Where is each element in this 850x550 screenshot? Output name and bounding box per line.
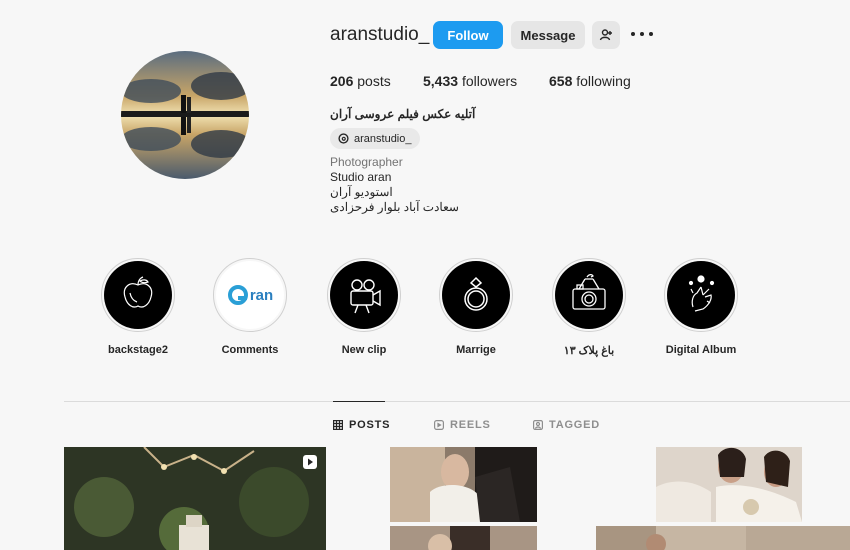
apple-sketch-icon <box>123 276 153 308</box>
highlight-bagh-pelak-13[interactable]: باغ پلاک ۱۳ <box>552 258 626 357</box>
hand-moon-icon <box>688 275 715 312</box>
bio-line: استودیو آران <box>330 185 393 199</box>
following-stat[interactable]: 658 following <box>549 73 631 89</box>
highlight-backstage2[interactable]: backstage2 <box>101 258 175 356</box>
aran-logo-icon: ran <box>227 284 273 306</box>
add-person-icon <box>599 29 612 41</box>
post-thumbnail[interactable] <box>390 447 537 522</box>
highlight-marrige[interactable]: Marrige <box>439 258 513 356</box>
tab-tagged[interactable]: TAGGED <box>533 419 600 431</box>
highlight-label: backstage2 <box>108 344 168 356</box>
followers-count: 5,433 <box>423 73 459 89</box>
post-thumbnail[interactable] <box>390 526 537 550</box>
tab-reels[interactable]: REELS <box>434 419 491 431</box>
tab-posts[interactable]: POSTS <box>333 419 390 431</box>
profile-username: aranstudio_ <box>330 24 430 45</box>
reels-icon <box>434 420 444 430</box>
profile-category: Photographer <box>330 155 403 169</box>
post-thumbnail[interactable] <box>596 526 850 550</box>
active-tab-indicator <box>333 401 385 402</box>
highlight-label: باغ پلاک ۱۳ <box>563 345 615 357</box>
tab-label: POSTS <box>349 419 391 431</box>
video-camera-icon <box>350 279 381 314</box>
follow-button[interactable]: Follow <box>433 21 503 49</box>
profile-avatar[interactable] <box>121 51 249 179</box>
suggest-user-button[interactable] <box>592 21 620 49</box>
followers-stat[interactable]: 5,433 followers <box>423 73 517 89</box>
message-button[interactable]: Message <box>511 21 585 49</box>
grid-icon <box>333 420 343 430</box>
video-post-icon <box>303 455 317 469</box>
highlight-comments[interactable]: ran Comments <box>213 258 287 356</box>
highlight-new-clip[interactable]: New clip <box>327 258 401 356</box>
tab-label: REELS <box>450 419 491 431</box>
tab-label: TAGGED <box>549 419 601 431</box>
post-thumbnail[interactable] <box>64 447 326 550</box>
posts-label: posts <box>357 73 391 89</box>
threads-badge[interactable]: aranstudio_ <box>330 128 420 149</box>
camera-bird-icon <box>572 273 606 310</box>
highlight-label: Marrige <box>456 344 496 356</box>
bio-line: Studio aran <box>330 170 392 184</box>
logo-text: ran <box>249 286 274 304</box>
threads-icon <box>338 133 349 144</box>
posts-stat: 206 posts <box>330 73 391 89</box>
threads-handle: aranstudio_ <box>354 132 412 145</box>
following-count: 658 <box>549 73 573 89</box>
ring-icon <box>464 276 488 311</box>
tabs-divider <box>64 401 850 402</box>
highlight-label: Comments <box>221 344 279 356</box>
posts-count: 206 <box>330 73 354 89</box>
following-label: following <box>576 73 631 89</box>
bio-line: سعادت آباد بلوار فرحزادی <box>330 200 459 214</box>
highlight-digital-album[interactable]: Digital Album <box>664 258 738 356</box>
post-thumbnail[interactable] <box>656 447 802 522</box>
more-options-icon[interactable] <box>631 27 653 41</box>
tagged-icon <box>533 420 543 430</box>
highlight-label: Digital Album <box>665 344 737 356</box>
followers-label: followers <box>461 73 518 89</box>
highlight-label: New clip <box>341 344 387 356</box>
profile-full-name: آتلیه عکس فیلم عروسی آران <box>330 107 476 121</box>
